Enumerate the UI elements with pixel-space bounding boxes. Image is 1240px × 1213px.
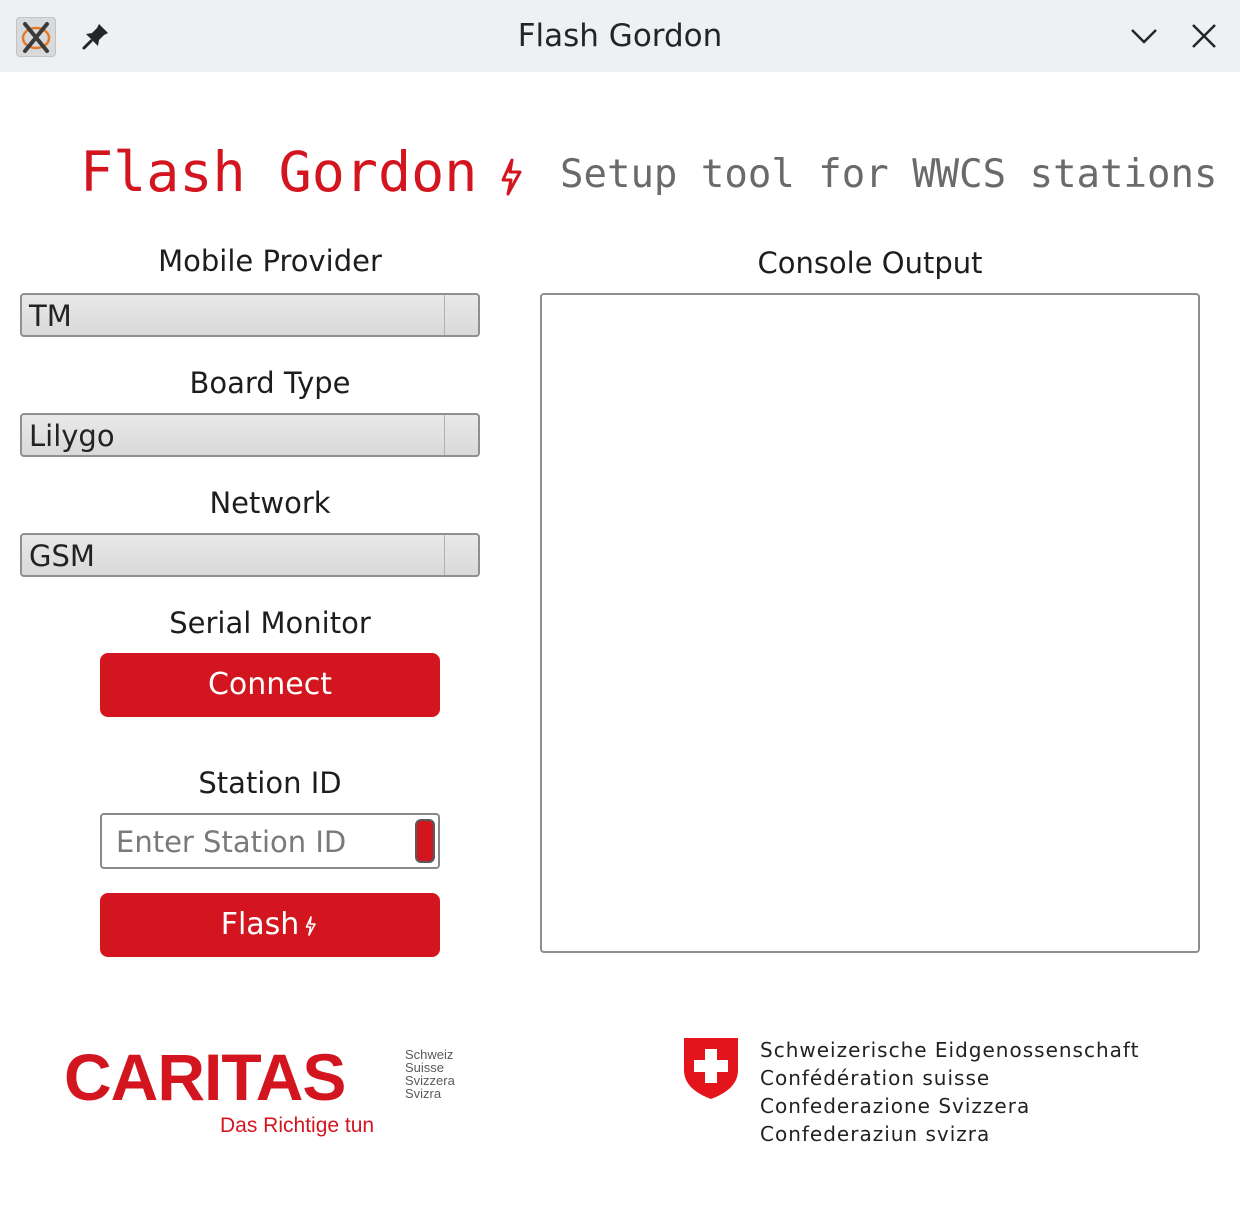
serial-monitor-label: Serial Monitor bbox=[169, 606, 371, 640]
confederation-text: Schweizerische Eidgenossenschaft Confédé… bbox=[760, 1038, 1140, 1146]
caritas-languages: Schweiz Suisse Svizzera Svizra bbox=[405, 1047, 455, 1101]
spinbox-indicator[interactable] bbox=[415, 819, 435, 863]
mobile-provider-value: TM bbox=[29, 299, 72, 333]
connect-button[interactable]: Connect bbox=[100, 653, 440, 717]
network-value: GSM bbox=[29, 539, 95, 573]
board-type-value: Lilygo bbox=[29, 419, 115, 453]
lightning-bolt-icon bbox=[305, 895, 319, 936]
lightning-bolt-icon bbox=[500, 158, 530, 196]
board-type-select[interactable]: Lilygo bbox=[20, 413, 480, 457]
caritas-wordmark: CARITAS bbox=[64, 1040, 346, 1114]
app-heading: Flash Gordon bbox=[80, 140, 478, 204]
dropdown-arrow-icon[interactable] bbox=[444, 295, 478, 335]
caritas-logo: CARITAS Schweiz Suisse Svizzera Svizra D… bbox=[64, 1040, 455, 1137]
app-subtitle: Setup tool for WWCS stations bbox=[560, 152, 1218, 197]
close-icon[interactable] bbox=[1188, 20, 1220, 52]
flash-button-label: Flash bbox=[220, 907, 300, 942]
title-bar: Flash Gordon bbox=[0, 0, 1240, 72]
dropdown-arrow-icon[interactable] bbox=[444, 415, 478, 455]
console-output[interactable] bbox=[540, 293, 1200, 953]
console-output-label: Console Output bbox=[757, 246, 983, 280]
network-select[interactable]: GSM bbox=[20, 533, 480, 577]
station-id-input[interactable] bbox=[116, 823, 406, 861]
swiss-shield-icon bbox=[682, 1036, 740, 1100]
mobile-provider-label: Mobile Provider bbox=[158, 244, 382, 278]
station-id-field[interactable] bbox=[100, 813, 440, 869]
flash-button[interactable]: Flash bbox=[100, 893, 440, 957]
dropdown-arrow-icon[interactable] bbox=[444, 535, 478, 575]
station-id-label: Station ID bbox=[198, 766, 342, 800]
caritas-slogan: Das Richtige tun bbox=[220, 1114, 375, 1137]
minimize-icon[interactable] bbox=[1128, 20, 1160, 52]
network-label: Network bbox=[209, 486, 331, 520]
mobile-provider-select[interactable]: TM bbox=[20, 293, 480, 337]
board-type-label: Board Type bbox=[189, 366, 351, 400]
window-title: Flash Gordon bbox=[517, 18, 723, 54]
